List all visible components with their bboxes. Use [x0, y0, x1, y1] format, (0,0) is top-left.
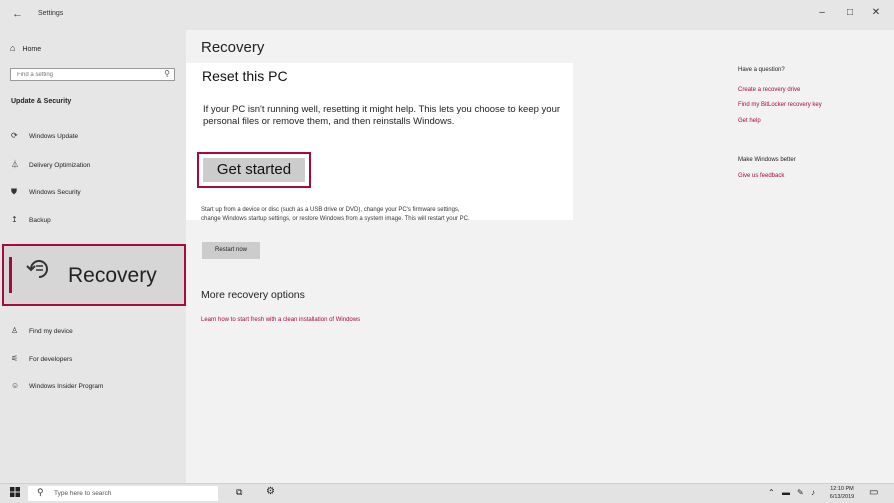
sidebar-item-backup[interactable]: ↥ Backup [11, 215, 51, 224]
sidebar-item-label: Recovery [68, 264, 157, 287]
sidebar-item-for-developers[interactable]: ⚟ For developers [11, 354, 72, 363]
better-heading: Make Windows better [738, 157, 796, 163]
window-title: Settings [38, 10, 64, 17]
search-box[interactable]: ⚲ [10, 68, 175, 81]
close-button[interactable]: ✕ [866, 7, 886, 18]
get-started-button[interactable]: Get started [197, 152, 311, 188]
recovery-icon [26, 257, 52, 286]
notifications-icon[interactable]: ▭ [869, 487, 878, 498]
search-input[interactable] [11, 69, 162, 80]
section-title: Update & Security [11, 98, 72, 105]
maximize-button[interactable]: □ [840, 7, 860, 18]
developer-icon: ⚟ [11, 354, 19, 363]
windows-logo-icon [10, 487, 20, 497]
home-icon: ⌂ [10, 43, 16, 53]
clock[interactable]: 12:10 PM 6/13/2019 [826, 485, 858, 501]
reset-pc-description: If your PC isn't running well, resetting… [203, 104, 561, 127]
pen-icon[interactable]: ✎ [797, 488, 804, 497]
task-view-icon[interactable]: ⧉ [236, 487, 242, 498]
selection-indicator [9, 257, 12, 293]
reset-pc-card: Reset this PC If your PC isn't running w… [186, 63, 573, 220]
sidebar-item-home[interactable]: ⌂ Home [10, 43, 41, 53]
main-content: Recovery Reset this PC If your PC isn't … [186, 30, 894, 483]
sidebar-item-recovery[interactable]: Recovery [2, 244, 186, 306]
create-recovery-drive-link[interactable]: Create a recovery drive [738, 87, 800, 93]
clock-time: 12:10 PM [830, 486, 854, 492]
reset-pc-heading: Reset this PC [202, 68, 288, 84]
insider-icon: ☺ [11, 381, 20, 390]
person-pin-icon: ♙ [11, 326, 19, 335]
back-arrow-icon[interactable]: ← [12, 8, 23, 20]
more-recovery-heading: More recovery options [201, 289, 305, 301]
sidebar-item-label: Windows Security [29, 189, 81, 196]
sync-icon: ⟳ [11, 131, 18, 140]
clock-date: 6/13/2019 [829, 494, 855, 500]
sidebar-item-windows-security[interactable]: ⛊ Windows Security [11, 187, 81, 197]
sidebar-item-windows-update[interactable]: ⟳ Windows Update [11, 131, 78, 140]
start-button[interactable] [10, 487, 20, 499]
sidebar-item-find-my-device[interactable]: ♙ Find my device [11, 326, 73, 335]
feedback-link[interactable]: Give us feedback [738, 173, 784, 179]
backup-icon: ↥ [11, 215, 18, 224]
taskbar-search-placeholder: Type here to search [54, 490, 112, 497]
sidebar-item-label: Home [22, 46, 42, 53]
settings-gear-icon[interactable]: ⚙ [266, 486, 275, 497]
get-help-link[interactable]: Get help [738, 118, 761, 124]
search-icon: ⚲ [37, 487, 44, 497]
taskbar-search-box[interactable]: ⚲ Type here to search [28, 486, 218, 501]
shield-icon: ⛊ [11, 187, 17, 196]
sidebar-item-label: Windows Update [29, 133, 79, 140]
clean-install-link[interactable]: Learn how to start fresh with a clean in… [201, 317, 360, 323]
sidebar-item-label: Windows Insider Program [29, 383, 104, 390]
question-heading: Have a question? [738, 67, 785, 73]
advanced-startup-description: Start up from a device or disc (such as … [201, 207, 470, 222]
volume-icon[interactable]: ♪ [811, 488, 815, 497]
get-started-label: Get started [203, 158, 305, 182]
settings-window: ← Settings – □ ✕ ⌂ Home ⚲ Update & Securi… [0, 0, 894, 483]
minimize-button[interactable]: – [812, 7, 832, 18]
sidebar-item-delivery-optimization[interactable]: ⏃ Delivery Optimization [11, 159, 90, 170]
search-icon[interactable]: ⚲ [164, 69, 170, 78]
sidebar-item-label: Backup [29, 217, 51, 224]
sidebar-item-windows-insider[interactable]: ☺ Windows Insider Program [11, 381, 103, 390]
network-icon[interactable]: ▬ [782, 488, 790, 497]
title-bar: ← Settings – □ ✕ [0, 0, 894, 30]
taskbar: ⚲ Type here to search ⧉ ⚙ ⌃ ▬ ✎ ♪ 12:10 … [0, 483, 894, 503]
bitlocker-key-link[interactable]: Find my BitLocker recovery key [738, 102, 822, 108]
restart-now-button[interactable]: Restart now [202, 242, 260, 259]
page-title: Recovery [201, 39, 265, 56]
sidebar-item-label: Delivery Optimization [29, 162, 91, 169]
sidebar-item-label: For developers [29, 356, 73, 363]
chevron-up-icon[interactable]: ⌃ [768, 488, 775, 497]
delivery-optimization-icon: ⏃ [11, 160, 19, 169]
sidebar-item-label: Find my device [29, 328, 73, 335]
